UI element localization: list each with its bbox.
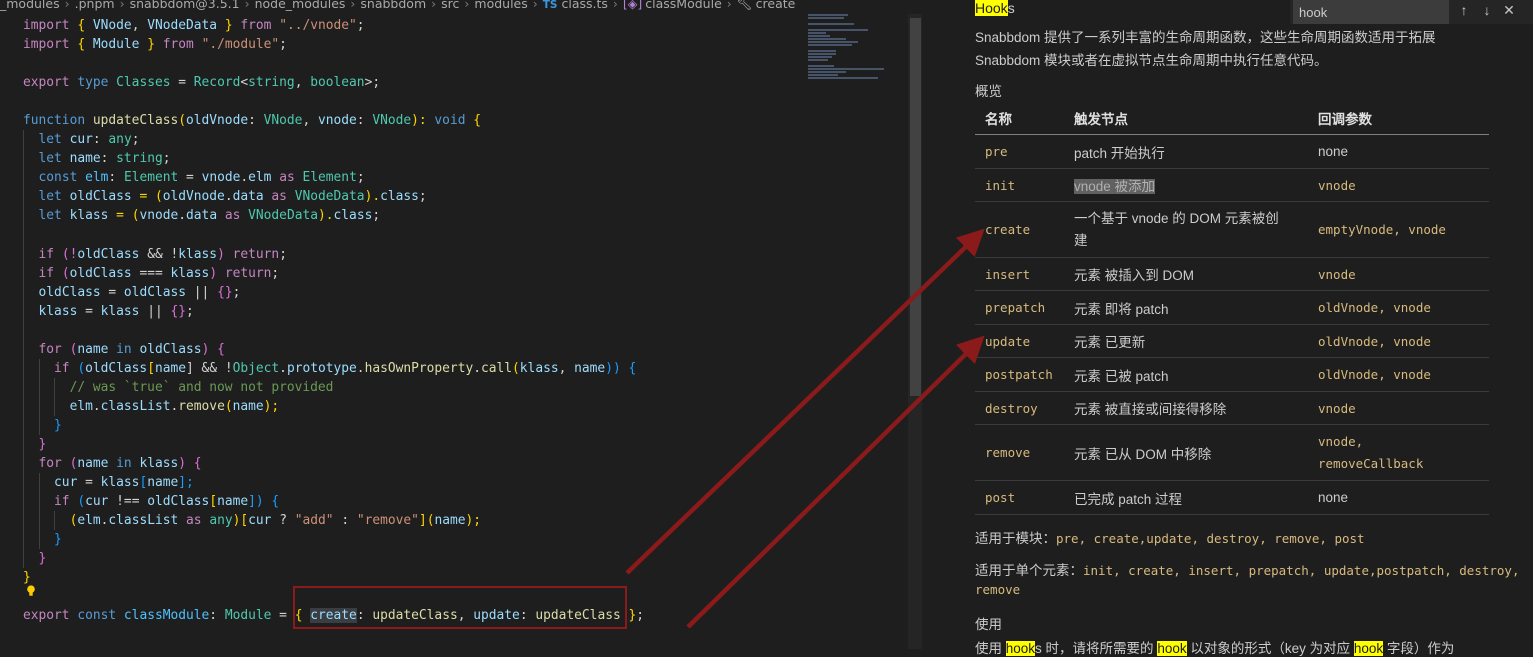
chevron-right-icon: › [350,0,356,11]
breadcrumb-item[interactable]: src [441,0,459,11]
doc-intro-line2: Snabbdom 模块或者在虚拟节点生命周期中执行任意代码。 [975,53,1328,68]
breadcrumb-symbol[interactable]: create [756,0,796,11]
breadcrumb-item[interactable]: _modules [0,0,60,11]
code-line: let cur: any; [23,130,644,150]
chevron-right-icon: › [119,0,125,11]
table-row: create 一个基于 vnode 的 DOM 元素被创建 emptyVnode, … [975,201,1489,258]
code-line: let name: string; [23,149,644,169]
table-row: postpatch 元素 已被 patch oldVnode, vnode [975,357,1489,392]
breadcrumb-item[interactable]: .pnpm [75,0,115,11]
code-line: } [23,435,644,455]
column-header-name: 名称 [975,102,1064,135]
table-row: insert 元素 被插入到 DOM vnode [975,257,1489,291]
typescript-file-icon: TS [542,0,558,11]
breadcrumb-file[interactable]: class.ts [561,0,607,11]
hooks-table: 名称 触发节点 回调参数 pre patch 开始执行 none init vnode… [975,102,1489,515]
code-line: } [23,415,644,436]
editor-scrollbar-thumb[interactable] [910,18,921,396]
code-line: let klass = (vnode.data as VNodeData).cl… [23,206,644,226]
chevron-right-icon: › [464,0,470,11]
code-line: for (name in klass) { [23,454,644,474]
code-line: if (oldClass[name] && !Object.prototype.… [23,358,644,378]
arrow-down-icon[interactable]: ↓ [1477,2,1497,18]
code-line: if (cur !== oldClass[name]) { [23,492,644,512]
code-line: klass = klass || {}; [23,301,644,321]
minimap[interactable] [808,14,900,82]
find-widget: ↑ ↓ ✕ [1290,0,1533,24]
code-line: import { VNode, VNodeData } from "../vno… [23,18,365,33]
code-line [23,225,644,245]
elements-applicability-cont: remove [975,582,1021,597]
code-line: cur = klass[name]; [23,473,644,493]
code-line: } [23,530,644,550]
code-line: import { Module } from "./module"; [23,37,287,53]
doc-heading: Hooks [975,0,1015,16]
chevron-right-icon: › [244,0,250,11]
chevron-right-icon: › [64,0,70,11]
code-line: for (name in oldClass) { [23,339,644,359]
symbol-variable-icon: [◈] [622,0,643,11]
arrow-up-icon[interactable]: ↑ [1454,2,1474,18]
chevron-right-icon: › [612,0,618,11]
code-line: const elm: Element = vnode.elm as Elemen… [23,168,644,188]
lightbulb-icon[interactable] [26,585,36,597]
table-header-row: 名称 触发节点 回调参数 [975,102,1489,135]
doc-intro-line1: Snabbdom 提供了一系列丰富的生命周期函数，这些生命周期函数适用于拓展 [975,30,1436,45]
table-row: destroy 元素 被直接或间接得移除 vnode [975,391,1489,425]
close-icon[interactable]: ✕ [1499,2,1519,19]
table-row: remove 元素 已从 DOM 中移除 vnode, removeCallback [975,424,1489,481]
code-line: elm.classList.remove(name); [23,396,644,416]
code-area[interactable]: import { VNode, VNodeData } from "../vno… [23,16,644,626]
column-header-trigger: 触发节点 [1064,102,1308,135]
table-row: pre patch 开始执行 none [975,134,1489,169]
code-editor[interactable]: _modules › .pnpm › snabbdom@3.5.1 › node_modul… [0,0,908,649]
chevron-right-icon: › [726,0,732,11]
breadcrumb-item[interactable]: snabbdom@3.5.1 [130,0,240,11]
breadcrumb-item[interactable]: modules [474,0,527,11]
code-line: if (!oldClass && !klass) return; [23,244,644,264]
code-line: export type Classes = Record<string, boo… [23,75,381,91]
code-line: if (oldClass === klass) return; [23,263,644,283]
breadcrumb-symbol[interactable]: classModule [645,0,721,11]
code-line: // was `true` and now not provided [23,377,644,397]
breadcrumb-item[interactable]: node_modules [255,0,346,11]
markdown-preview[interactable]: Hooks Snabbdom 提供了一系列丰富的生命周期函数，这些生命周期函数适… [922,0,1533,656]
chevron-right-icon: › [532,0,538,11]
modules-applicability: 适用于模块：pre, create,update, destroy, remov… [975,531,1365,546]
table-row: init vnode 被添加 vnode [975,168,1489,202]
table-row: update 元素 已更新 oldVnode, vnode [975,324,1489,358]
chevron-right-icon: › [431,0,437,11]
column-header-args: 回调参数 [1308,102,1489,135]
code-line: } [23,570,31,586]
doc-overview-label: 概览 [975,84,1002,99]
find-input[interactable] [1293,0,1449,24]
doc-usage-text: 使用 hooks 时，请将所需要的 hook 以对象的形式（key 为对应 ho… [975,641,1455,656]
breadcrumb: _modules › .pnpm › snabbdom@3.5.1 › node_modul… [0,0,795,14]
doc-usage-heading: 使用 [975,617,1002,632]
code-line: (elm.classList as any)[cur ? "add" : "re… [23,511,644,531]
wrench-icon: 🔧︎ [736,0,753,11]
code-line: } [23,549,644,569]
table-row: prepatch 元素 即将 patch oldVnode, vnode [975,290,1489,325]
breadcrumb-item[interactable]: snabbdom [360,0,426,11]
table-row: post 已完成 patch 过程 none [975,480,1489,515]
code-line [23,320,644,340]
code-line: oldClass = oldClass || {}; [23,282,644,302]
code-line: let oldClass = (oldVnode.data as VNodeDa… [23,187,644,207]
elements-applicability: 适用于单个元素：init, create, insert, prepatch, … [975,563,1520,578]
code-line: function updateClass(oldVnode: VNode, vn… [23,113,481,129]
annotation-highlight-box [293,586,627,629]
